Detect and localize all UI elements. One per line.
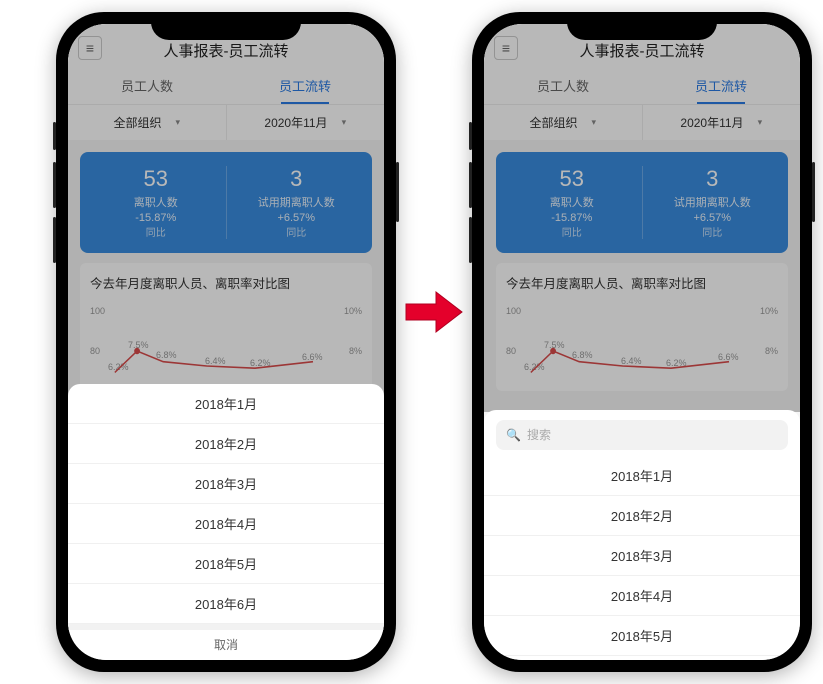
tab-employee-flow[interactable]: 员工流转 — [642, 66, 800, 104]
date-picker-sheet: 2018年1月 2018年2月 2018年3月 2018年4月 2018年5月 … — [68, 384, 384, 660]
list-item[interactable]: 2018年1月 — [484, 456, 800, 496]
phone-frame-left: ≡ 人事报表-员工流转 员工人数 员工流转 全部组织 ▾ 2020年11月 ▾ — [56, 12, 396, 672]
filter-org[interactable]: 全部组织 ▾ — [484, 105, 643, 140]
filter-bar: 全部组织 ▾ 2020年11月 ▾ — [68, 104, 384, 140]
cancel-button[interactable]: 取消 — [68, 624, 384, 658]
chevron-down-icon: ▾ — [175, 117, 180, 128]
card-turnover[interactable]: 53 离职人数 -15.87% 同比 — [502, 166, 643, 239]
list-item[interactable]: 2018年3月 — [484, 536, 800, 576]
hamburger-icon: ≡ — [502, 40, 510, 56]
page-title: 人事报表-员工流转 — [164, 40, 289, 61]
list-item[interactable]: 2018年3月 — [68, 464, 384, 504]
menu-button[interactable]: ≡ — [78, 36, 102, 60]
filter-period-label: 2020年11月 — [264, 114, 327, 131]
chart-title: 今去年月度离职人员、离职率对比图 — [506, 273, 778, 292]
list-item[interactable]: 2018年2月 — [68, 424, 384, 464]
app-header: ≡ 人事报表-员工流转 — [68, 24, 384, 66]
tab-employee-flow[interactable]: 员工流转 — [226, 66, 384, 104]
page-title: 人事报表-员工流转 — [580, 40, 705, 61]
filter-org[interactable]: 全部组织 ▾ — [68, 105, 227, 140]
tab-employee-count[interactable]: 员工人数 — [68, 66, 226, 104]
chevron-down-icon: ▾ — [591, 117, 596, 128]
filter-org-label: 全部组织 — [529, 114, 577, 131]
list-item[interactable]: 2018年2月 — [484, 496, 800, 536]
tabs-bar: 员工人数 员工流转 — [68, 66, 384, 104]
search-box[interactable]: 🔍 — [496, 420, 788, 450]
chevron-down-icon: ▾ — [342, 117, 347, 128]
card-probation-turnover[interactable]: 3 试用期离职人数 +6.57% 同比 — [227, 166, 367, 239]
tab-employee-count[interactable]: 员工人数 — [484, 66, 642, 104]
chevron-down-icon: ▾ — [758, 117, 763, 128]
tabs-bar: 员工人数 员工流转 — [484, 66, 800, 104]
filter-bar: 全部组织 ▾ 2020年11月 ▾ — [484, 104, 800, 140]
filter-period[interactable]: 2020年11月 ▾ — [643, 105, 801, 140]
list-item[interactable]: 2018年4月 — [68, 504, 384, 544]
list-item[interactable]: 2018年1月 — [68, 384, 384, 424]
filter-period-label: 2020年11月 — [680, 114, 743, 131]
chart-title: 今去年月度离职人员、离职率对比图 — [90, 273, 362, 292]
phone-frame-right: ≡ 人事报表-员工流转 员工人数 员工流转 全部组织 ▾ 2020年11月 ▾ — [472, 12, 812, 672]
chart-section: 今去年月度离职人员、离职率对比图 100 80 10% 8% 6.2% 7.5%… — [80, 263, 372, 391]
search-icon: 🔍 — [506, 428, 521, 442]
menu-button[interactable]: ≡ — [494, 36, 518, 60]
date-picker-sheet-searchable: 🔍 2018年1月 2018年2月 2018年3月 2018年4月 2018年5… — [484, 410, 800, 660]
filter-org-label: 全部组织 — [113, 114, 161, 131]
card-turnover[interactable]: 53 离职人数 -15.87% 同比 — [86, 166, 227, 239]
summary-cards: 53 离职人数 -15.87% 同比 3 试用期离职人数 +6.57% 同比 — [80, 152, 372, 253]
turnover-chart: 100 80 10% 8% 6.2% 7.5% 6.8% 6.4% 6.2% 6… — [90, 306, 362, 381]
list-item[interactable]: 2018年5月 — [484, 616, 800, 656]
list-item[interactable]: 2018年4月 — [484, 576, 800, 616]
list-item[interactable]: 2018年6月 — [68, 584, 384, 624]
search-input[interactable] — [527, 428, 778, 442]
app-header: ≡ 人事报表-员工流转 — [484, 24, 800, 66]
hamburger-icon: ≡ — [86, 40, 94, 56]
list-item[interactable]: 2018年5月 — [68, 544, 384, 584]
filter-period[interactable]: 2020年11月 ▾ — [227, 105, 385, 140]
chart-section: 今去年月度离职人员、离职率对比图 100 80 10% 8% 6.2% 7.5%… — [496, 263, 788, 391]
arrow-icon — [404, 290, 464, 334]
summary-cards: 53 离职人数 -15.87% 同比 3 试用期离职人数 +6.57% 同比 — [496, 152, 788, 253]
card-probation-turnover[interactable]: 3 试用期离职人数 +6.57% 同比 — [643, 166, 783, 239]
turnover-chart: 100 80 10% 8% 6.2% 7.5% 6.8% 6.4% 6.2% 6… — [506, 306, 778, 381]
